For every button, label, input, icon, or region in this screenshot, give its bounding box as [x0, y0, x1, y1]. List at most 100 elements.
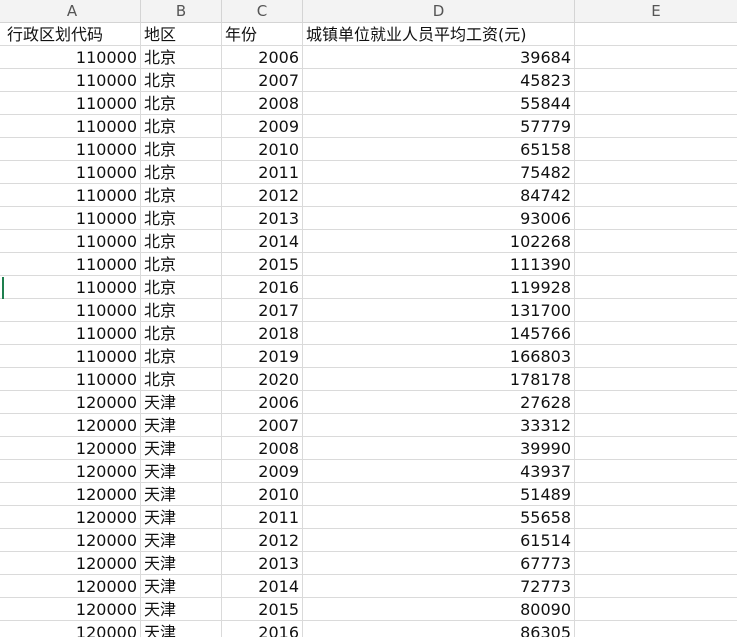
- wage-cell[interactable]: 55844: [303, 92, 575, 114]
- year-cell[interactable]: 2011: [222, 506, 303, 528]
- year-cell[interactable]: 2014: [222, 575, 303, 597]
- code-cell[interactable]: 110000: [4, 69, 141, 91]
- code-cell[interactable]: 110000: [4, 138, 141, 160]
- region-cell[interactable]: 天津: [141, 529, 222, 551]
- year-cell[interactable]: 2012: [222, 184, 303, 206]
- empty-cell[interactable]: [575, 529, 737, 551]
- empty-cell[interactable]: [575, 414, 737, 436]
- code-cell[interactable]: 120000: [4, 414, 141, 436]
- year-cell[interactable]: 2015: [222, 253, 303, 275]
- region-cell[interactable]: 天津: [141, 552, 222, 574]
- empty-cell[interactable]: [575, 460, 737, 482]
- column-header-d[interactable]: D: [303, 0, 575, 22]
- empty-cell[interactable]: [575, 506, 737, 528]
- empty-cell[interactable]: [575, 253, 737, 275]
- empty-cell[interactable]: [575, 276, 737, 298]
- year-cell[interactable]: 2010: [222, 483, 303, 505]
- code-cell[interactable]: 120000: [4, 598, 141, 620]
- code-cell[interactable]: 120000: [4, 483, 141, 505]
- region-cell[interactable]: 北京: [141, 69, 222, 91]
- code-cell[interactable]: 110000: [4, 368, 141, 390]
- wage-cell[interactable]: 45823: [303, 69, 575, 91]
- year-cell[interactable]: 2008: [222, 437, 303, 459]
- year-cell[interactable]: 2010: [222, 138, 303, 160]
- year-cell[interactable]: 2016: [222, 621, 303, 637]
- empty-cell[interactable]: [575, 299, 737, 321]
- code-cell[interactable]: 110000: [4, 322, 141, 344]
- wage-cell[interactable]: 43937: [303, 460, 575, 482]
- empty-cell[interactable]: [575, 92, 737, 114]
- wage-cell[interactable]: 75482: [303, 161, 575, 183]
- year-cell[interactable]: 2012: [222, 529, 303, 551]
- empty-cell[interactable]: [575, 161, 737, 183]
- year-cell[interactable]: 2008: [222, 92, 303, 114]
- year-cell[interactable]: 2009: [222, 460, 303, 482]
- code-cell[interactable]: 120000: [4, 621, 141, 637]
- wage-cell[interactable]: 131700: [303, 299, 575, 321]
- empty-cell[interactable]: [575, 368, 737, 390]
- region-cell[interactable]: 北京: [141, 161, 222, 183]
- code-cell[interactable]: 110000: [4, 46, 141, 68]
- empty-cell[interactable]: [575, 483, 737, 505]
- year-cell[interactable]: 2007: [222, 414, 303, 436]
- wage-cell[interactable]: 57779: [303, 115, 575, 137]
- wage-cell[interactable]: 93006: [303, 207, 575, 229]
- header-cell-empty[interactable]: [575, 23, 737, 45]
- region-cell[interactable]: 北京: [141, 207, 222, 229]
- region-cell[interactable]: 北京: [141, 253, 222, 275]
- year-cell[interactable]: 2018: [222, 322, 303, 344]
- code-cell[interactable]: 110000: [4, 230, 141, 252]
- region-cell[interactable]: 北京: [141, 322, 222, 344]
- code-cell[interactable]: 120000: [4, 460, 141, 482]
- empty-cell[interactable]: [575, 391, 737, 413]
- region-cell[interactable]: 北京: [141, 276, 222, 298]
- region-cell[interactable]: 天津: [141, 598, 222, 620]
- year-cell[interactable]: 2006: [222, 391, 303, 413]
- empty-cell[interactable]: [575, 184, 737, 206]
- year-cell[interactable]: 2006: [222, 46, 303, 68]
- year-cell[interactable]: 2013: [222, 552, 303, 574]
- column-header-a[interactable]: A: [4, 0, 141, 22]
- empty-cell[interactable]: [575, 115, 737, 137]
- wage-cell[interactable]: 102268: [303, 230, 575, 252]
- year-cell[interactable]: 2013: [222, 207, 303, 229]
- column-header-c[interactable]: C: [222, 0, 303, 22]
- region-cell[interactable]: 北京: [141, 230, 222, 252]
- wage-cell[interactable]: 145766: [303, 322, 575, 344]
- header-cell-year[interactable]: 年份: [222, 23, 303, 45]
- header-cell-wage[interactable]: 城镇单位就业人员平均工资(元): [303, 23, 575, 45]
- wage-cell[interactable]: 39990: [303, 437, 575, 459]
- wage-cell[interactable]: 178178: [303, 368, 575, 390]
- year-cell[interactable]: 2015: [222, 598, 303, 620]
- code-cell[interactable]: 110000: [4, 207, 141, 229]
- empty-cell[interactable]: [575, 621, 737, 637]
- year-cell[interactable]: 2016: [222, 276, 303, 298]
- code-cell[interactable]: 120000: [4, 552, 141, 574]
- code-cell[interactable]: 110000: [4, 92, 141, 114]
- region-cell[interactable]: 北京: [141, 115, 222, 137]
- year-cell[interactable]: 2019: [222, 345, 303, 367]
- wage-cell[interactable]: 84742: [303, 184, 575, 206]
- code-cell[interactable]: 110000: [4, 345, 141, 367]
- region-cell[interactable]: 天津: [141, 437, 222, 459]
- region-cell[interactable]: 天津: [141, 575, 222, 597]
- code-cell[interactable]: 110000: [4, 184, 141, 206]
- wage-cell[interactable]: 39684: [303, 46, 575, 68]
- wage-cell[interactable]: 33312: [303, 414, 575, 436]
- region-cell[interactable]: 天津: [141, 414, 222, 436]
- year-cell[interactable]: 2020: [222, 368, 303, 390]
- code-cell[interactable]: 110000: [4, 161, 141, 183]
- wage-cell[interactable]: 61514: [303, 529, 575, 551]
- empty-cell[interactable]: [575, 230, 737, 252]
- region-cell[interactable]: 天津: [141, 506, 222, 528]
- code-cell[interactable]: 120000: [4, 391, 141, 413]
- year-cell[interactable]: 2011: [222, 161, 303, 183]
- year-cell[interactable]: 2014: [222, 230, 303, 252]
- wage-cell[interactable]: 166803: [303, 345, 575, 367]
- code-cell[interactable]: 110000: [4, 299, 141, 321]
- wage-cell[interactable]: 86305: [303, 621, 575, 637]
- wage-cell[interactable]: 55658: [303, 506, 575, 528]
- empty-cell[interactable]: [575, 598, 737, 620]
- region-cell[interactable]: 天津: [141, 621, 222, 637]
- empty-cell[interactable]: [575, 69, 737, 91]
